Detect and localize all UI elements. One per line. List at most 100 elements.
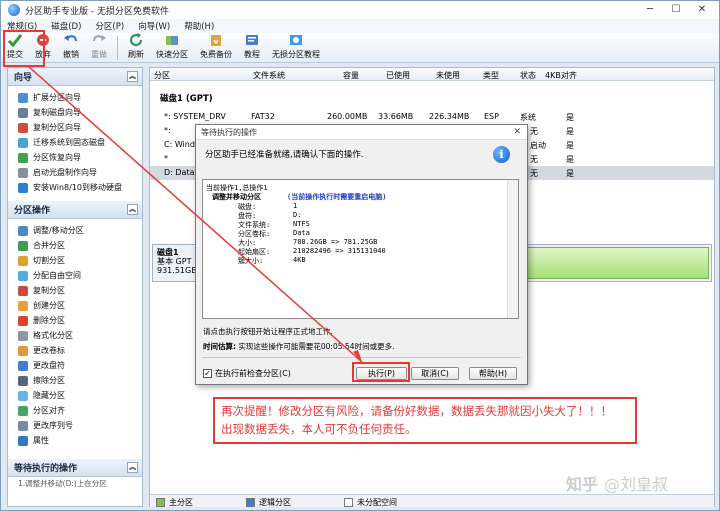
partop-item[interactable]: 更改序列号 <box>8 418 142 433</box>
wizard-item[interactable]: 复制分区向导 <box>8 120 142 135</box>
col-status[interactable]: 状态 <box>520 70 536 81</box>
dialog-message: 分区助手已经准备就绪,请确认下面的操作. <box>205 150 364 160</box>
col-partition[interactable]: 分区 <box>154 70 170 81</box>
menu-partition[interactable]: 分区(P) <box>95 20 124 32</box>
windows-to-go-icon <box>18 182 28 193</box>
partop-item[interactable]: 更改盘符 <box>8 358 142 373</box>
window-title: 分区助手专业版 - 无损分区免费软件 <box>25 6 169 17</box>
copy-partition-icon <box>18 122 28 133</box>
create-icon <box>18 300 28 311</box>
help-button[interactable]: 帮助(H) <box>469 367 517 380</box>
tutorial-icon <box>246 35 258 45</box>
menu-bar: 常规(G) 磁盘(D) 分区(P) 向导(W) 帮助(H) <box>1 19 719 33</box>
quick-partition-button[interactable]: 快速分区 <box>150 32 194 62</box>
refresh-button[interactable]: 刷新 <box>122 32 150 62</box>
partop-item[interactable]: 擦除分区 <box>8 373 142 388</box>
op-note: (当前操作执行时需要重启电脑) <box>287 193 387 201</box>
partop-item[interactable]: 隐藏分区 <box>8 388 142 403</box>
partop-item[interactable]: 创建分区 <box>8 298 142 313</box>
menu-wizard[interactable]: 向导(W) <box>138 20 170 32</box>
collapse-icon[interactable]: ︽ <box>127 71 138 82</box>
pending-ops-section-header[interactable]: 等待执行的操作 ︽ <box>8 459 142 477</box>
copy-icon <box>18 285 28 296</box>
wizard-section-header[interactable]: 向导 ︽ <box>8 68 142 86</box>
legend-primary: 主分区 <box>156 497 193 508</box>
partop-item[interactable]: 合并分区 <box>8 238 142 253</box>
close-icon[interactable]: ✕ <box>513 127 521 137</box>
serial-icon <box>18 420 28 431</box>
wizard-item[interactable]: 分区恢复向导 <box>8 150 142 165</box>
maximize-icon[interactable]: ☐ <box>663 1 689 19</box>
table-row[interactable]: *: SYSTEM_DRV FAT32 260.00MB 33.66MB 226… <box>150 110 714 124</box>
change-label-icon <box>18 345 28 356</box>
col-capacity[interactable]: 容量 <box>343 70 359 81</box>
partop-item[interactable]: 调整/移动分区 <box>8 223 142 238</box>
execute-button[interactable]: 执行(P) <box>356 367 407 380</box>
wizard-item[interactable]: 迁移系统到固态磁盘 <box>8 135 142 150</box>
tutorial-button[interactable]: 教程 <box>238 32 266 62</box>
info-icon: i <box>493 146 510 163</box>
minimize-icon[interactable]: ─ <box>637 1 663 19</box>
menu-help[interactable]: 帮助(H) <box>184 20 214 32</box>
wizard-item[interactable]: 启动光盘制作向导 <box>8 165 142 180</box>
col-type[interactable]: 类型 <box>483 70 499 81</box>
disk-type: 基本 GPT <box>157 257 192 266</box>
disk-name: 磁盘1 <box>157 248 179 257</box>
redo-icon <box>93 35 106 42</box>
warning-line-1: 再次提醒！修改分区有风险，请备份好数据，数据丢失那就因小失大了！！！ <box>221 404 612 418</box>
hide-icon <box>18 390 28 401</box>
quick-partition-icon <box>166 36 178 45</box>
wipe-icon <box>18 375 28 386</box>
menu-disk[interactable]: 磁盘(D) <box>51 20 81 32</box>
title-bar: 分区助手专业版 - 无损分区免费软件 ─ ☐ ✕ <box>1 1 719 19</box>
partop-item[interactable]: 删除分区 <box>8 313 142 328</box>
left-panel: 向导 ︽ 扩展分区向导 复制磁盘向导 复制分区向导 迁移系统到固态磁盘 分区恢复… <box>7 67 143 507</box>
commit-button[interactable]: 提交 <box>1 32 29 62</box>
time-estimate: 时间估算: 实现这些操作可能需要花00:05:54时间或更多. <box>203 342 395 351</box>
partition-ops-section-header[interactable]: 分区操作 ︽ <box>8 201 142 219</box>
collapse-icon[interactable]: ︽ <box>127 204 138 215</box>
collapse-icon[interactable]: ︽ <box>127 462 138 473</box>
col-free[interactable]: 未使用 <box>436 70 460 81</box>
checkbox-checked-icon: ✓ <box>203 369 212 378</box>
disk-label: 磁盘1 (GPT) <box>160 94 213 104</box>
menu-general[interactable]: 常规(G) <box>7 20 37 32</box>
free-backup-button[interactable]: 免费备份 <box>194 32 238 62</box>
check-icon <box>7 34 23 48</box>
close-icon[interactable]: ✕ <box>689 1 715 19</box>
partop-item[interactable]: 分配自由空间 <box>8 268 142 283</box>
wizard-item[interactable]: 复制磁盘向导 <box>8 105 142 120</box>
cancel-button[interactable]: 取消(C) <box>411 367 459 380</box>
col-used[interactable]: 已使用 <box>386 70 410 81</box>
warning-line-2: 出现数据丢失，本人可不负任何责任。 <box>221 422 417 436</box>
partop-item[interactable]: 属性 <box>8 433 142 448</box>
col-filesystem[interactable]: 文件系统 <box>253 70 285 81</box>
undo-button[interactable]: 撤销 <box>57 32 85 62</box>
table-header: 分区 文件系统 容量 已使用 未使用 类型 状态 4KB对齐 <box>150 68 714 81</box>
check-before-execute-checkbox[interactable]: ✓ 在执行前检查分区(C) <box>203 368 291 379</box>
lossless-tutorial-icon <box>290 35 302 45</box>
redo-button[interactable]: 重做 <box>85 32 113 62</box>
partop-item[interactable]: 分区对齐 <box>8 403 142 418</box>
partop-item[interactable]: 格式化分区 <box>8 328 142 343</box>
col-4k[interactable]: 4KB对齐 <box>545 70 577 81</box>
discard-button[interactable]: 放弃 <box>29 32 57 62</box>
bootable-media-icon <box>18 167 28 178</box>
disk-size: 931.51GB <box>157 266 197 275</box>
lossless-tutorial-button[interactable]: 无损分区教程 <box>266 32 326 62</box>
op-title: 调整并移动分区 <box>212 193 261 201</box>
wizard-item[interactable]: 扩展分区向导 <box>8 90 142 105</box>
operation-list[interactable]: 当前操作1,总操作1 调整并移动分区 (当前操作执行时需要重启电脑) 磁盘: 1… <box>202 179 519 319</box>
pending-operations-dialog: 等待执行的操作 ✕ 分区助手已经准备就绪,请确认下面的操作. i 当前操作1,总… <box>195 124 528 385</box>
allocate-space-icon <box>18 270 28 281</box>
partop-item[interactable]: 切割分区 <box>8 253 142 268</box>
refresh-icon <box>130 33 143 47</box>
list-scrollbar[interactable] <box>507 180 518 318</box>
partop-item[interactable]: 复制分区 <box>8 283 142 298</box>
pending-op-item[interactable]: 1.调整并移动(D:)上在分区 <box>8 477 142 489</box>
merge-icon <box>18 240 28 251</box>
warning-annotation: 再次提醒！修改分区有风险，请备份好数据，数据丢失那就因小失大了！！！ 出现数据丢… <box>213 397 637 444</box>
watermark: 知乎 @刘皇叔 <box>566 475 669 494</box>
partop-item[interactable]: 更改卷标 <box>8 343 142 358</box>
wizard-item[interactable]: 安装Win8/10到移动硬盘 <box>8 180 142 195</box>
